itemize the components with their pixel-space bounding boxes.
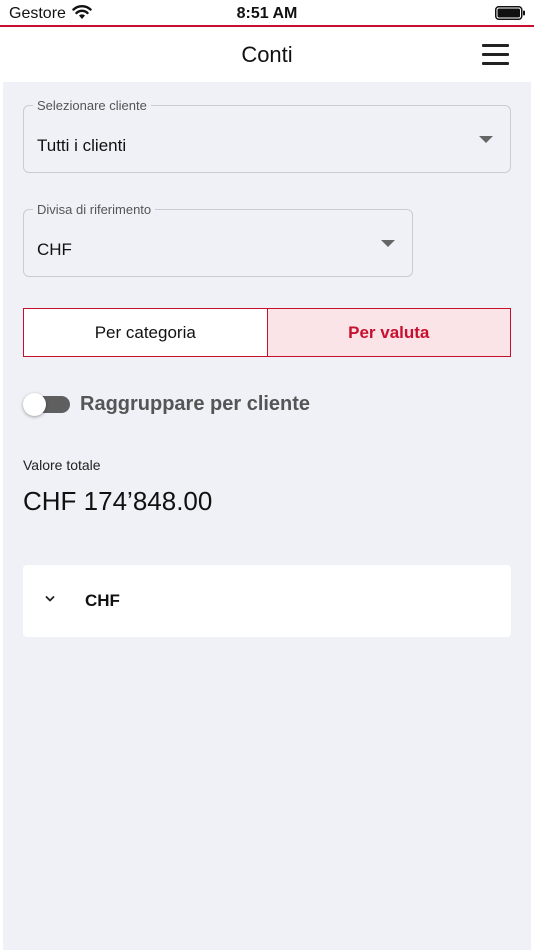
- caret-down-icon: [479, 136, 493, 143]
- currency-group-label: CHF: [85, 591, 120, 610]
- status-time: 8:51 AM: [236, 5, 298, 22]
- client-select[interactable]: Selezionare cliente Tutti i clienti: [23, 98, 511, 173]
- currency-select-label: Divisa di riferimento: [33, 202, 156, 217]
- currency-select-value: CHF: [37, 240, 72, 259]
- currency-select[interactable]: Divisa di riferimento CHF: [23, 202, 413, 277]
- group-by-client-toggle[interactable]: [23, 393, 71, 416]
- total-value: CHF 174’848.00: [23, 486, 213, 516]
- client-select-value: Tutti i clienti: [37, 136, 127, 155]
- status-bar: Gestore 8:51 AM: [0, 0, 534, 27]
- tab-per-categoria[interactable]: Per categoria: [24, 309, 268, 356]
- hamburger-menu-icon[interactable]: [482, 44, 509, 66]
- battery-icon: [495, 6, 525, 20]
- caret-down-icon: [381, 240, 395, 247]
- chevron-down-icon: [45, 596, 55, 602]
- client-select-label: Selezionare cliente: [33, 98, 151, 113]
- nav-bar: Conti: [0, 29, 534, 82]
- page-title: Conti: [241, 42, 293, 67]
- group-by-client-label: Raggruppare per cliente: [80, 393, 311, 415]
- total-value-label: Valore totale: [23, 457, 101, 473]
- main-content: Selezionare cliente Tutti i clienti Divi…: [3, 82, 531, 950]
- toggle-knob: [23, 393, 46, 416]
- currency-group-chf[interactable]: CHF: [23, 565, 511, 637]
- view-segmented-control: Per categoria Per valuta: [23, 308, 511, 357]
- tab-per-valuta[interactable]: Per valuta: [267, 309, 510, 356]
